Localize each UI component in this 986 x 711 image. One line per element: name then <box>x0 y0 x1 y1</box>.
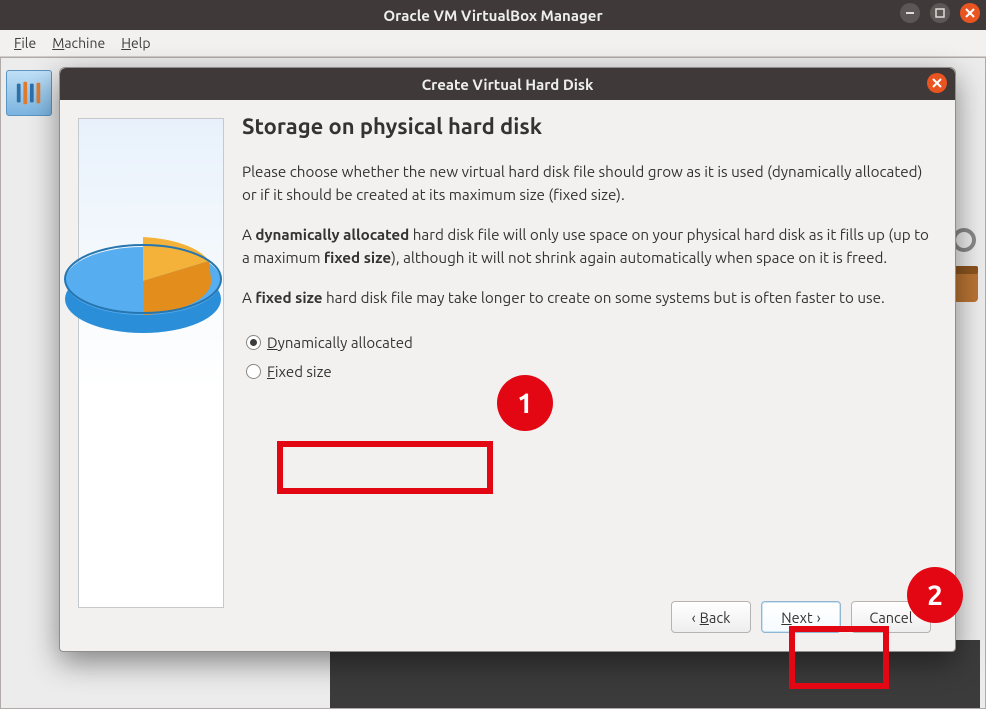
chevron-right-icon: › <box>817 609 821 626</box>
wizard-side-image <box>78 118 224 608</box>
dialog-titlebar: Create Virtual Hard Disk <box>60 68 955 100</box>
menubar: File Machine Help <box>0 30 986 57</box>
toolbar-tools-icon[interactable] <box>6 70 52 116</box>
annotation-box-1 <box>277 441 493 494</box>
maximize-button[interactable] <box>930 3 950 23</box>
annotation-marker-2: 2 <box>907 567 963 623</box>
radio-label: Fixed size <box>267 363 332 380</box>
titlebar: Oracle VM VirtualBox Manager <box>0 0 986 30</box>
radio-fixed-size[interactable]: Fixed size <box>242 357 931 386</box>
dialog-paragraph-2: A dynamically allocated hard disk file w… <box>242 224 931 269</box>
annotation-marker-1: 1 <box>497 375 553 431</box>
minimize-button[interactable] <box>900 3 920 23</box>
radio-indicator-icon <box>246 335 261 350</box>
back-button[interactable]: ‹ Back <box>671 601 751 633</box>
menu-file[interactable]: File <box>8 33 42 53</box>
radio-indicator-icon <box>246 364 261 379</box>
storage-type-radio-group: Dynamically allocated Fixed size <box>242 328 931 386</box>
window-title: Oracle VM VirtualBox Manager <box>0 7 986 24</box>
menu-machine[interactable]: Machine <box>46 33 111 53</box>
radio-dynamically-allocated[interactable]: Dynamically allocated <box>242 328 931 357</box>
dialog-content: Storage on physical hard disk Please cho… <box>242 114 931 581</box>
dialog-title: Create Virtual Hard Disk <box>60 76 955 93</box>
chevron-left-icon: ‹ <box>692 609 696 626</box>
menu-help[interactable]: Help <box>115 33 156 53</box>
create-virtual-hard-disk-dialog: Create Virtual Hard Disk Storage on phys… <box>59 67 956 652</box>
close-button[interactable] <box>960 3 980 23</box>
annotation-box-2 <box>789 626 889 689</box>
dialog-paragraph-1: Please choose whether the new virtual ha… <box>242 161 931 206</box>
dialog-heading: Storage on physical hard disk <box>242 114 931 139</box>
dialog-close-button[interactable] <box>927 73 947 93</box>
dialog-body: Storage on physical hard disk Please cho… <box>60 100 955 651</box>
window-controls <box>900 3 980 23</box>
radio-label: Dynamically allocated <box>267 334 413 351</box>
dialog-paragraph-3: A fixed size hard disk file may take lon… <box>242 287 931 310</box>
